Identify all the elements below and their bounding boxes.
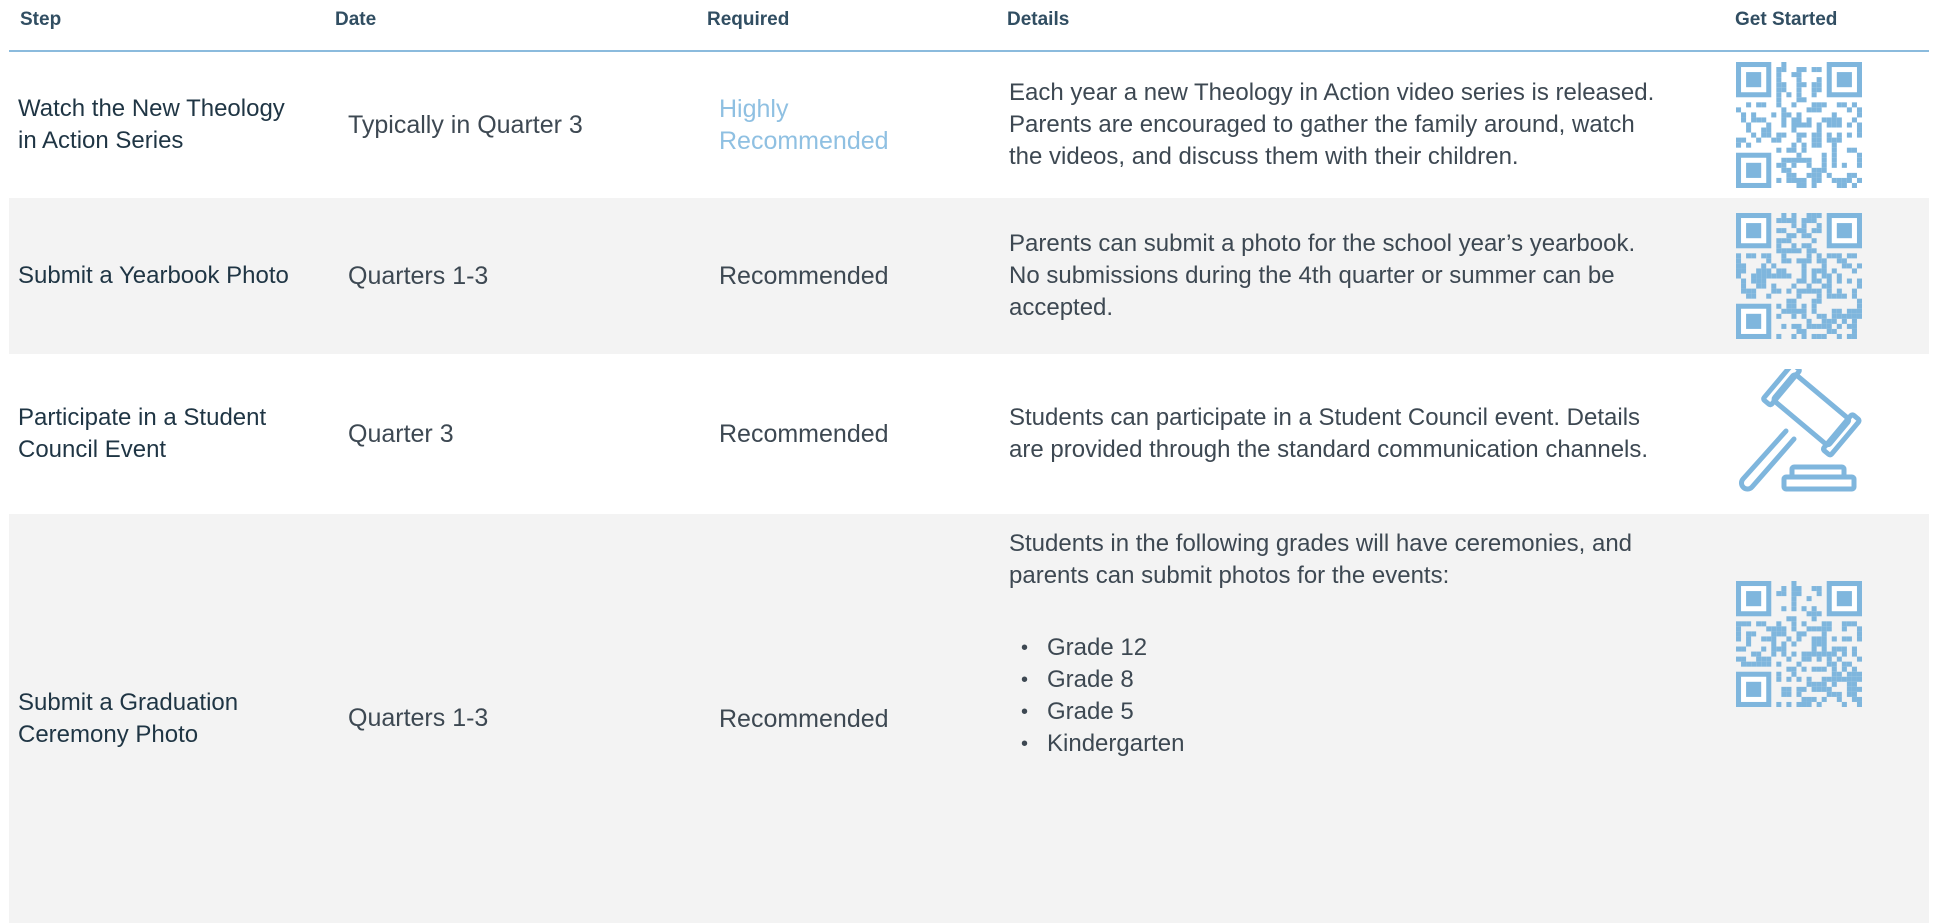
get-started-link[interactable]	[1729, 52, 1869, 198]
details-text: Students can participate in a Student Co…	[1009, 404, 1649, 463]
get-started-link[interactable]	[1729, 198, 1869, 354]
step-name: Participate in a Student Council Event	[18, 404, 267, 463]
table-row: Submit a Yearbook Photo Quarters 1-3 Rec…	[9, 198, 1929, 354]
steps-table: Step Date Required Details Get Started W…	[0, 0, 1934, 923]
step-details: Students can participate in a Student Co…	[1009, 354, 1659, 514]
table-row: Submit a Graduation Ceremony Photo Quart…	[9, 514, 1929, 923]
step-required: Highly Recommended	[719, 95, 889, 155]
table-row: Participate in a Student Council Event Q…	[9, 354, 1929, 514]
step-date: Typically in Quarter 3	[348, 110, 583, 139]
grade-list: Grade 12 Grade 8 Grade 5 Kindergarten	[1009, 632, 1659, 760]
list-item: Grade 12	[1017, 632, 1659, 664]
qr-code-icon[interactable]	[1736, 213, 1862, 339]
step-date: Quarters 1-3	[348, 704, 489, 732]
get-started-link[interactable]	[1729, 354, 1869, 514]
get-started-link[interactable]	[1729, 514, 1869, 774]
header-step: Step	[20, 9, 62, 30]
step-name: Watch the New Theology in Action Series	[18, 95, 285, 154]
list-item: Kindergarten	[1017, 728, 1659, 760]
step-details: Each year a new Theology in Action video…	[1009, 52, 1659, 198]
step-required: Recommended	[719, 704, 889, 733]
qr-code-icon[interactable]	[1736, 62, 1862, 188]
header-details: Details	[1007, 9, 1070, 30]
table-row: Watch the New Theology in Action Series …	[9, 52, 1929, 198]
gavel-icon[interactable]	[1734, 369, 1864, 499]
list-item: Grade 8	[1017, 664, 1659, 696]
details-text: Parents can submit a photo for the schoo…	[1009, 230, 1636, 321]
header-required: Required	[707, 9, 790, 30]
table-header: Step Date Required Details Get Started	[9, 0, 1929, 52]
step-name: Submit a Yearbook Photo	[18, 262, 289, 289]
step-required: Recommended	[719, 420, 889, 448]
step-name: Submit a Graduation Ceremony Photo	[18, 688, 239, 748]
step-required: Recommended	[719, 262, 889, 290]
header-get-started: Get Started	[1735, 9, 1838, 30]
details-text: Each year a new Theology in Action video…	[1009, 79, 1655, 170]
step-date: Quarter 3	[348, 419, 454, 448]
step-details: Parents can submit a photo for the schoo…	[1009, 198, 1659, 354]
header-date: Date	[335, 9, 377, 30]
step-details: Students in the following grades will ha…	[1009, 528, 1659, 760]
qr-code-icon[interactable]	[1736, 581, 1862, 707]
step-date: Quarters 1-3	[348, 261, 489, 290]
list-item: Grade 5	[1017, 696, 1659, 728]
details-text: Students in the following grades will ha…	[1009, 530, 1633, 589]
